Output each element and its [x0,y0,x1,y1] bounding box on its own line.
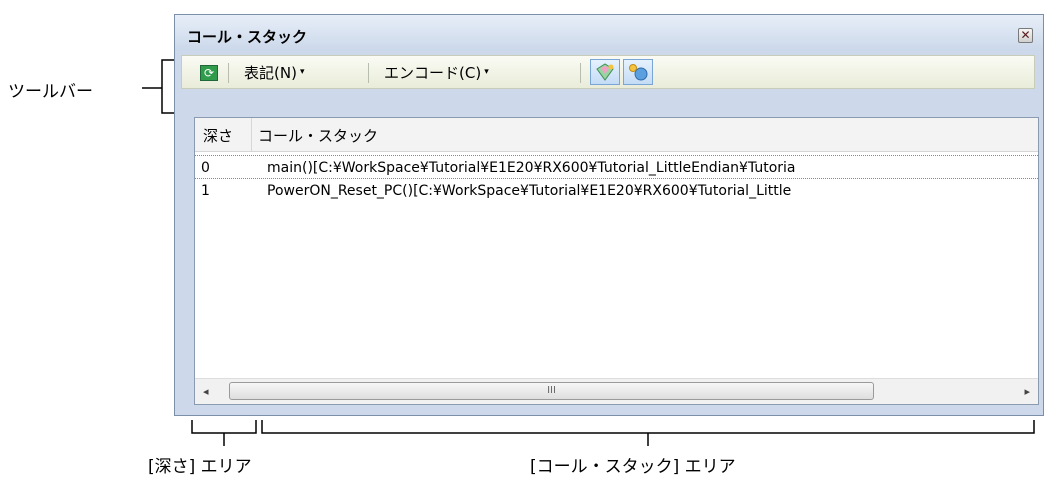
table-row[interactable]: 0 main()[C:¥WorkSpace¥Tutorial¥E1E20¥RX6… [195,155,1038,179]
depth-cell: 0 [201,160,210,176]
scroll-thumb[interactable]: III [229,382,874,400]
table-row[interactable]: 1 PowerON_Reset_PC()[C:¥WorkSpace¥Tutori… [195,179,1038,203]
area-brackets [191,420,1035,446]
scroll-left-icon[interactable]: ◂ [203,385,209,398]
depth-cell: 1 [201,183,210,199]
callstack-cell: PowerON_Reset_PC()[C:¥WorkSpace¥Tutorial… [267,183,792,199]
show-location-icon[interactable] [623,59,653,85]
callstack-area-annotation-label: [コール・スタック] エリア [530,457,736,477]
call-stack-panel: コール・スタック ✕ ⟳ 表記(N) ▾ エンコード(C) ▾ 深さ コール・ス… [174,14,1044,416]
chevron-down-icon: ▾ [484,67,489,77]
toolbar-separator [228,63,229,83]
show-function-icon[interactable] [590,59,620,85]
close-icon[interactable]: ✕ [1018,28,1033,43]
panel-titlebar: コール・スタック ✕ [175,15,1043,51]
refresh-icon[interactable]: ⟳ [200,65,218,81]
horizontal-scrollbar[interactable]: ◂ III ▸ [195,378,1038,404]
panel-title: コール・スタック [187,28,308,46]
callstack-cell: main()[C:¥WorkSpace¥Tutorial¥E1E20¥RX600… [267,160,796,176]
sparkle-icon [629,64,648,81]
toolbar-separator [580,63,581,83]
gem-icon [596,63,614,81]
column-separator[interactable] [251,118,252,151]
call-stack-list: 深さ コール・スタック 0 main()[C:¥WorkSpace¥Tutori… [194,117,1039,405]
column-header-depth[interactable]: 深さ [203,125,233,146]
depth-area-annotation-label: [深さ] エリア [148,457,252,477]
toolbar-annotation-label: ツールバー [8,82,93,102]
toolbar-separator [368,63,369,83]
encoding-menu-button[interactable]: エンコード(C) ▾ [384,56,489,88]
toolbar: ⟳ 表記(N) ▾ エンコード(C) ▾ [181,55,1035,89]
list-header: 深さ コール・スタック [195,118,1038,152]
scroll-right-icon[interactable]: ▸ [1024,385,1030,398]
column-header-callstack[interactable]: コール・スタック [258,125,378,146]
notation-menu-button[interactable]: 表記(N) ▾ [244,56,304,88]
chevron-down-icon: ▾ [299,67,305,77]
encoding-label: エンコード(C) [384,63,482,82]
notation-label: 表記(N) [244,63,297,82]
